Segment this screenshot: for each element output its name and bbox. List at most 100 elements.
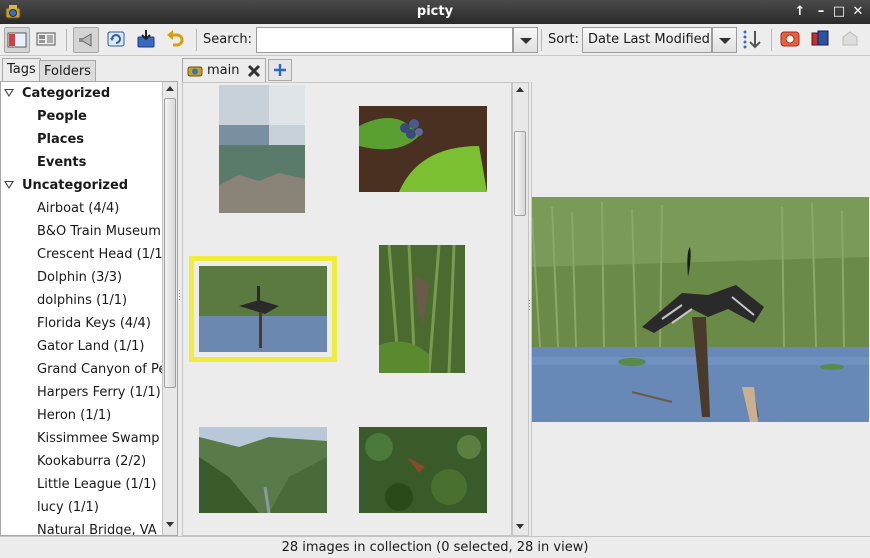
sidebar-toggle-icon	[7, 32, 27, 48]
thumb-mountain-mist[interactable]	[219, 85, 305, 213]
expander-icon[interactable]	[4, 181, 14, 189]
tree-row-tag[interactable]: Dolphin (3/3)	[37, 268, 122, 291]
tree-row-tag[interactable]: Natural Bridge, VA	[37, 521, 157, 536]
thumb-anhinga[interactable]	[189, 256, 337, 362]
tree-row-label: Airboat (4/4)	[37, 201, 120, 216]
tree-row-people[interactable]: People	[37, 107, 87, 130]
toolbar-separator	[66, 29, 67, 51]
import-icon	[137, 30, 155, 48]
toolbar-separator	[196, 29, 197, 51]
gallery-scrollbar[interactable]	[512, 82, 529, 536]
tree-row-label: Kookaburra (2/2)	[37, 454, 147, 469]
tree-row-tag[interactable]: dolphins (1/1)	[37, 291, 127, 314]
sidebar-toggle-button[interactable]	[4, 27, 30, 53]
up-arrow-icon[interactable]: ↑	[790, 2, 810, 22]
undo-button[interactable]	[163, 27, 189, 53]
sidebar-tabs: Tags Folders	[0, 57, 180, 81]
sort-dropdown-button[interactable]	[712, 27, 737, 53]
disabled-action-icon	[842, 31, 858, 46]
tree-row-label: Little League (1/1)	[37, 477, 157, 492]
search-label: Search:	[203, 32, 253, 47]
scroll-thumb[interactable]	[164, 98, 176, 388]
browser-tabs: main	[182, 57, 530, 82]
sort-direction-button[interactable]	[740, 27, 766, 53]
tag-tree: Categorized People Places Events Uncateg…	[0, 81, 178, 536]
scroll-thumb[interactable]	[514, 131, 526, 216]
minimize-icon[interactable]: –	[811, 2, 831, 22]
tree-row-label: Grand Canyon of Pe	[37, 362, 167, 377]
tree-row-tag[interactable]: lucy (1/1)	[37, 498, 99, 521]
tree-row-label: Natural Bridge, VA	[37, 523, 157, 536]
tree-row-label: Events	[37, 155, 87, 170]
thumb-valley[interactable]	[199, 427, 327, 513]
tree-row-tag[interactable]: Harpers Ferry (1/1)	[37, 383, 161, 406]
scroll-down-arrow[interactable]	[163, 518, 177, 532]
scan-button[interactable]	[73, 27, 99, 53]
tree-row-tag[interactable]: Kookaburra (2/2)	[37, 452, 146, 475]
title-bar: picty ↑ – □ ✕	[0, 0, 870, 24]
sort-label: Sort:	[548, 32, 580, 47]
tree-row-label: Places	[37, 132, 85, 147]
expander-icon[interactable]	[4, 89, 14, 97]
window-title: picty	[416, 4, 454, 19]
tab-folders[interactable]: Folders	[39, 60, 96, 81]
status-bar: 28 images in collection (0 selected, 28 …	[0, 536, 870, 558]
tree-row-tag[interactable]: Florida Keys (4/4)	[37, 314, 151, 337]
scan-icon	[79, 33, 92, 47]
refresh-button[interactable]	[104, 27, 130, 53]
tree-row-label: dolphins (1/1)	[37, 293, 128, 308]
tree-row-tag[interactable]: Airboat (4/4)	[37, 199, 119, 222]
export-icon	[811, 30, 829, 46]
scroll-down-arrow[interactable]	[513, 520, 527, 534]
tree-row-tag[interactable]: Kissimmee Swamp	[37, 429, 160, 452]
tree-row-tag[interactable]: B&O Train Museum	[37, 222, 161, 245]
scroll-up-arrow[interactable]	[163, 82, 177, 96]
pane-resize-handle[interactable]	[178, 290, 181, 302]
tree-row-places[interactable]: Places	[37, 130, 84, 153]
tree-row-tag[interactable]: Heron (1/1)	[37, 406, 111, 429]
toolbar-separator	[771, 29, 772, 51]
search-history-dropdown[interactable]	[513, 27, 538, 53]
export-button[interactable]	[808, 27, 834, 53]
layout-button[interactable]	[34, 27, 60, 53]
tree-row-tag[interactable]: Grand Canyon of Pe	[37, 360, 166, 383]
refresh-icon	[107, 31, 125, 47]
tab-tags[interactable]: Tags	[2, 58, 41, 81]
collection-icon	[187, 66, 203, 77]
maximize-icon[interactable]: □	[829, 2, 849, 22]
add-tab-button[interactable]	[268, 59, 292, 81]
tab-main-label: main	[207, 63, 240, 78]
close-icon[interactable]: ✕	[848, 2, 868, 22]
thumb-lizard-grass[interactable]	[379, 245, 465, 373]
tree-row-tag[interactable]: Gator Land (1/1)	[37, 337, 144, 360]
layout-icon	[36, 32, 56, 46]
sort-direction-icon	[743, 30, 761, 49]
disabled-action-button	[838, 27, 864, 53]
close-tab-icon[interactable]	[246, 63, 262, 79]
thumb-forest-bird[interactable]	[359, 427, 487, 513]
toolbar: Search: Sort: Date Last Modified	[0, 24, 870, 56]
tree-row-label: Kissimmee Swamp	[37, 431, 160, 446]
tree-row-events[interactable]: Events	[37, 153, 86, 176]
sort-select[interactable]: Date Last Modified	[582, 27, 712, 53]
tree-row-label: B&O Train Museum	[37, 224, 161, 239]
image-viewer	[531, 82, 870, 536]
webupload-button[interactable]	[778, 27, 804, 53]
import-button[interactable]	[134, 27, 160, 53]
tag-tree-scrollbar[interactable]	[162, 82, 177, 535]
thumb-blue-berries[interactable]	[359, 106, 487, 192]
tree-row-label: Uncategorized	[22, 178, 129, 193]
tab-main[interactable]: main	[182, 58, 266, 82]
webupload-icon	[780, 31, 800, 47]
search-input[interactable]	[256, 27, 513, 53]
tree-row-label: Gator Land (1/1)	[37, 339, 145, 354]
status-text: 28 images in collection (0 selected, 28 …	[281, 540, 589, 555]
tree-row-tag[interactable]: Little League (1/1)	[37, 475, 156, 498]
undo-icon	[167, 30, 184, 47]
tree-row-label: Categorized	[22, 86, 111, 101]
scroll-up-arrow[interactable]	[513, 83, 527, 97]
tree-row-label: Florida Keys (4/4)	[37, 316, 151, 331]
tree-row-tag[interactable]: Crescent Head (1/1	[37, 245, 163, 268]
tree-row-label: Harpers Ferry (1/1)	[37, 385, 161, 400]
viewer-image-anhinga[interactable]	[532, 197, 869, 422]
